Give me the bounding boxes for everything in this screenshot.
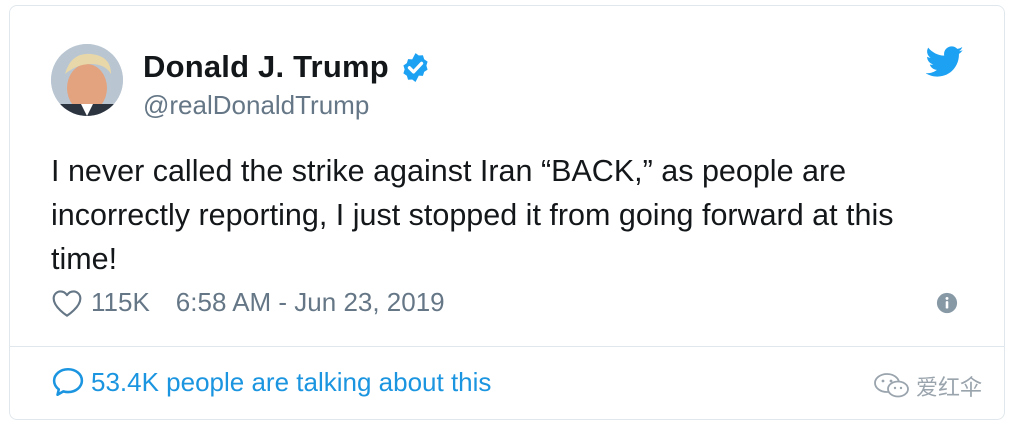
tweet-card: Donald J. Trump @realDonaldTrump I never… xyxy=(9,5,1005,420)
author-name[interactable]: Donald J. Trump xyxy=(143,49,389,85)
tweet-text: I never called the strike against Iran “… xyxy=(51,154,894,276)
author-avatar[interactable] xyxy=(51,44,123,116)
verified-badge-icon xyxy=(403,52,428,82)
author-handle[interactable]: @realDonaldTrump xyxy=(143,90,369,121)
twitter-bird-icon[interactable] xyxy=(926,46,964,78)
card-divider xyxy=(10,346,1004,347)
talking-text[interactable]: 53.4K people are talking about this xyxy=(91,367,491,398)
heart-icon[interactable] xyxy=(51,288,83,318)
author-name-row: Donald J. Trump xyxy=(143,49,432,85)
like-count[interactable]: 115K xyxy=(91,287,150,318)
speech-bubble-icon xyxy=(52,367,84,397)
tweet-timestamp[interactable]: 6:58 AM - Jun 23, 2019 xyxy=(176,287,445,318)
info-icon[interactable] xyxy=(936,292,958,314)
wechat-icon xyxy=(874,373,909,398)
tweet-meta: 115K 6:58 AM - Jun 23, 2019 xyxy=(51,287,445,318)
watermark-text: 爱红伞 xyxy=(916,375,983,400)
watermark: 爱红伞 xyxy=(872,370,982,402)
talking-link[interactable]: 53.4K people are talking about this xyxy=(51,366,491,398)
